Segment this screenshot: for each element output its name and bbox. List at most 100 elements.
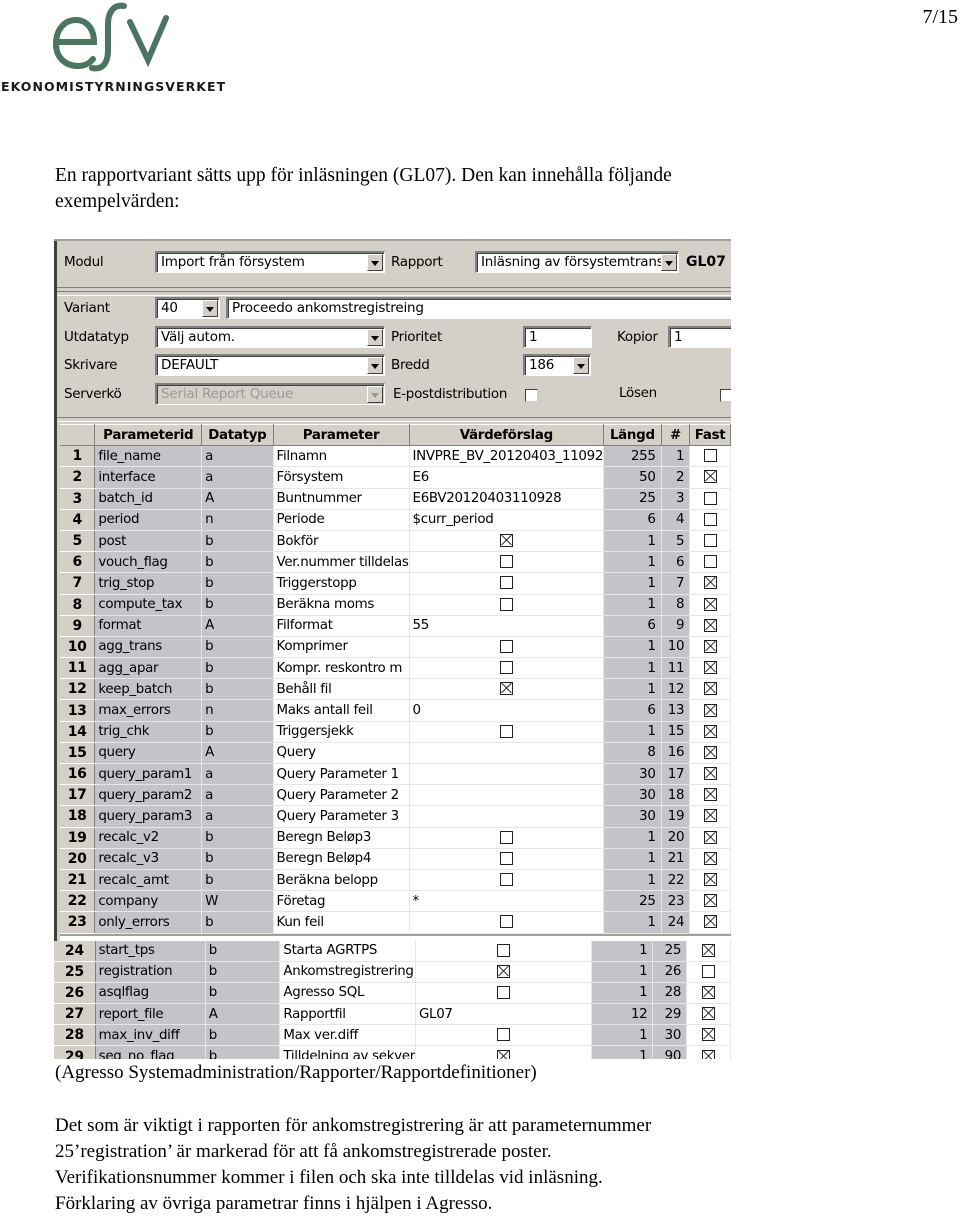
table-row[interactable]: 6 vouch_flag b Ver.nummer tilldelas 1 6 [60,551,731,574]
variant-name-input[interactable]: Proceedo ankomstregistreing [226,297,731,319]
fast-checkbox-checked[interactable] [703,915,717,929]
col-header-parameterid[interactable]: Parameterid [94,423,203,447]
value-cell[interactable]: GL07 [415,1003,592,1026]
chevron-down-icon[interactable] [202,300,218,317]
table-row[interactable]: 14 trig_chk b Triggersjekk 1 15 [60,721,731,743]
table-row[interactable]: 12 keep_batch b Behåll fil 1 12 [60,678,731,701]
table-row[interactable]: 13 max_errors n Maks antall feil 0 6 13 [60,699,731,722]
table-row[interactable]: 5 post b Bokför 1 5 [60,530,731,553]
chevron-down-icon[interactable] [367,386,383,403]
fast-checkbox-checked[interactable] [703,745,717,759]
value-cell[interactable]: $curr_period [409,509,605,531]
table-row[interactable]: 24 start_tps b Starta AGRTPS 1 25 [54,940,731,962]
col-header-parameter[interactable]: Parameter [273,423,410,447]
table-row[interactable]: 9 format A Filformat 55 6 9 [60,615,731,637]
table-row[interactable]: 1 file_name a Filnamn INVPRE_BV_20120403_110… [60,445,731,468]
table-row[interactable]: 7 trig_stop b Triggerstopp 1 7 [60,572,731,595]
value-cell[interactable]: 0 [409,699,605,722]
table-row[interactable]: 28 max_inv_diff b Max ver.diff 1 30 [54,1024,731,1047]
table-row[interactable]: 27 report_file A Rapportfil GL07 12 29 [54,1003,731,1026]
fast-checkbox-checked[interactable] [703,597,717,611]
value-checkbox-unchecked[interactable] [499,639,513,653]
fast-checkbox-checked[interactable] [703,576,717,590]
fast-checkbox-checked[interactable] [702,1007,716,1021]
value-checkbox-checked[interactable] [499,534,513,548]
fast-checkbox-checked[interactable] [703,639,717,653]
value-checkbox-checked[interactable] [496,964,510,978]
table-row[interactable]: 23 only_errors b Kun feil 1 24 [60,911,731,934]
losen-checkbox[interactable] [720,389,731,402]
value-cell[interactable] [409,763,605,786]
fast-checkbox-checked[interactable] [703,703,717,717]
fast-checkbox-checked[interactable] [703,851,717,865]
fast-checkbox-checked[interactable] [703,724,717,738]
value-cell[interactable]: E6 [409,466,605,489]
chevron-down-icon[interactable] [661,254,677,271]
rapport-select[interactable]: Inläsning av försystemtransa [475,251,679,273]
fast-checkbox-checked[interactable] [703,470,717,484]
fast-checkbox-checked[interactable] [702,1049,716,1059]
fast-checkbox-checked[interactable] [702,943,716,957]
fast-checkbox-checked[interactable] [703,788,717,802]
table-row[interactable]: 16 query_param1 a Query Parameter 1 30 17 [60,763,731,786]
value-checkbox-unchecked[interactable] [496,1028,510,1042]
table-row[interactable]: 2 interface a Försystem E6 50 2 [60,466,731,489]
bredd-select[interactable]: 186 [523,354,591,376]
value-checkbox-unchecked[interactable] [499,830,513,844]
table-row[interactable]: 21 recalc_amt b Beräkna belopp 1 22 [60,869,731,892]
fast-checkbox-unchecked[interactable] [703,491,717,505]
prioritet-input[interactable]: 1 [523,326,592,348]
serverko-select[interactable]: Serial Report Queue [155,383,385,405]
fast-checkbox-checked[interactable] [703,682,717,696]
table-row[interactable]: 17 query_param2 a Query Parameter 2 30 18 [60,784,731,807]
value-cell[interactable]: * [409,890,605,913]
col-header-fast[interactable]: Fast [689,423,731,447]
fast-checkbox-checked[interactable] [702,1028,716,1042]
fast-checkbox-unchecked[interactable] [703,534,717,548]
value-checkbox-unchecked[interactable] [499,661,513,675]
table-row[interactable]: 19 recalc_v2 b Beregn Beløp3 1 20 [60,827,731,849]
variant-number-select[interactable]: 40 [155,297,220,319]
value-cell[interactable] [409,784,605,807]
table-row[interactable]: 25 registration b Ankomstregistrering 1 26 [54,961,731,983]
fast-checkbox-checked[interactable] [703,767,717,781]
table-row[interactable]: 26 asqlflag b Agresso SQL 1 28 [54,982,731,1005]
chevron-down-icon[interactable] [367,329,383,346]
value-checkbox-checked[interactable] [496,1049,510,1059]
value-checkbox-unchecked[interactable] [496,943,510,957]
kopior-input[interactable]: 1 [668,326,731,348]
table-row[interactable]: 10 agg_trans b Komprimer 1 10 [60,636,731,659]
fast-checkbox-checked[interactable] [703,618,717,632]
fast-checkbox-unchecked[interactable] [703,512,717,526]
table-row[interactable]: 22 company W Företag * 25 23 [60,890,731,913]
value-checkbox-checked[interactable] [499,682,513,696]
modul-select[interactable]: Import från försystem [155,251,385,273]
value-checkbox-unchecked[interactable] [499,915,513,929]
chevron-down-icon[interactable] [367,357,383,374]
value-checkbox-unchecked[interactable] [496,985,510,999]
value-checkbox-unchecked[interactable] [499,555,513,569]
table-row[interactable]: 15 query A Query 8 16 [60,742,731,765]
value-cell[interactable] [409,805,605,828]
col-header-langd[interactable]: Längd [603,423,662,447]
col-header-seq[interactable]: # [661,423,691,447]
table-row[interactable]: 29 seq_no_flag b Tilldelning av sekver 1 90 [54,1045,731,1059]
epost-checkbox[interactable] [525,389,538,402]
fast-checkbox-unchecked[interactable] [703,555,717,569]
fast-checkbox-checked[interactable] [703,830,717,844]
table-row[interactable]: 3 batch_id A Buntnummer E6BV20120403110928 25… [60,488,731,510]
fast-checkbox-checked[interactable] [703,809,717,823]
value-cell[interactable]: 55 [409,615,605,637]
value-cell[interactable]: INVPRE_BV_20120403_11092 [409,445,605,468]
utdatatyp-select[interactable]: Välj autom. [155,326,385,348]
table-row[interactable]: 20 recalc_v3 b Beregn Beløp4 1 21 [60,848,731,870]
col-header-datatyp[interactable]: Datatyp [201,423,274,447]
fast-checkbox-checked[interactable] [703,873,717,887]
value-checkbox-unchecked[interactable] [499,724,513,738]
table-row[interactable]: 18 query_param3 a Query Parameter 3 30 19 [60,805,731,828]
table-row[interactable]: 11 agg_apar b Kompr. reskontro m 1 11 [60,657,731,680]
value-checkbox-unchecked[interactable] [499,576,513,590]
skrivare-select[interactable]: DEFAULT [155,354,385,376]
value-checkbox-unchecked[interactable] [499,873,513,887]
table-row[interactable]: 4 period n Periode $curr_period 6 4 [60,509,731,531]
